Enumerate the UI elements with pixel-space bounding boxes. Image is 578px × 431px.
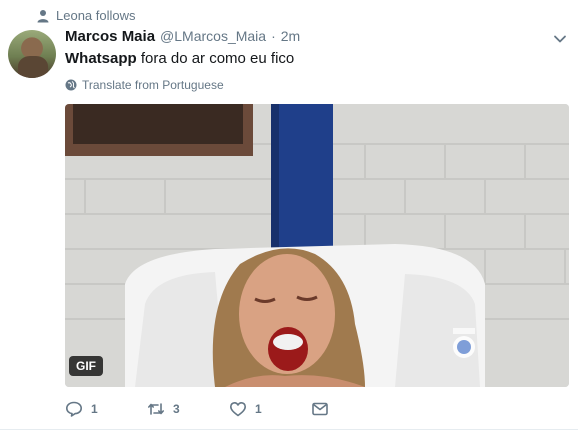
- tweet-header: Marcos Maia @LMarcos_Maia · 2m: [65, 28, 300, 45]
- like-count: 1: [255, 402, 262, 416]
- avatar[interactable]: [8, 30, 56, 78]
- tweet-text-rest: fora do ar como eu fico: [136, 50, 295, 67]
- like-action[interactable]: 1: [229, 400, 311, 418]
- translate-label[interactable]: Translate from Portuguese: [82, 78, 224, 92]
- author-name[interactable]: Marcos Maia: [65, 28, 155, 45]
- tweet-text-bold: Whatsapp: [65, 50, 137, 67]
- social-context-label[interactable]: Leona follows: [56, 8, 136, 23]
- reply-count: 1: [91, 402, 98, 416]
- gif-badge: GIF: [69, 356, 103, 376]
- gif-frame: [65, 104, 569, 387]
- divider: [0, 429, 578, 430]
- author-handle[interactable]: @LMarcos_Maia: [160, 28, 266, 44]
- tweet-timestamp[interactable]: 2m: [281, 28, 300, 44]
- tweet-text: Whatsapp fora do ar como eu fico: [65, 50, 294, 67]
- social-context: Leona follows: [36, 8, 136, 23]
- direct-message-action[interactable]: [311, 400, 329, 418]
- tweet-gif-media[interactable]: [65, 104, 569, 387]
- envelope-icon: [312, 402, 328, 416]
- reply-icon: [66, 401, 82, 417]
- heart-icon: [230, 402, 246, 417]
- translate-link[interactable]: Translate from Portuguese: [65, 78, 224, 92]
- reply-action[interactable]: 1: [65, 400, 147, 418]
- chevron-down-icon[interactable]: [553, 32, 567, 46]
- globe-icon: [65, 79, 77, 91]
- retweet-count: 3: [173, 402, 180, 416]
- retweet-action[interactable]: 3: [147, 400, 229, 418]
- retweet-icon: [148, 403, 164, 415]
- person-icon: [37, 9, 49, 22]
- tweet-actions: 1 3 1: [65, 400, 329, 418]
- separator-dot: ·: [271, 28, 276, 44]
